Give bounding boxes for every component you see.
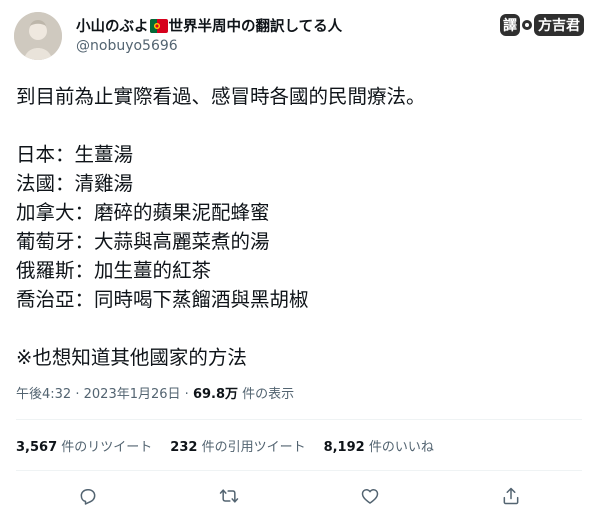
retweet-button[interactable] [215,482,243,510]
tweet-text: 到目前為止實際看過、感冒時各國的民間療法。 日本：生薑湯 法國：清雞湯 加拿大：… [16,82,586,372]
retweet-icon [219,489,239,503]
heart-icon [361,489,379,504]
tweet-time[interactable]: 午後4:32 [16,387,71,402]
tweet-line: 日本：生薑湯 [16,143,134,166]
share-icon [503,487,519,505]
tweet-line: 加拿大：磨碎的蘋果泥配蜂蜜 [16,201,270,224]
translator-label-1: 譯 [500,14,520,36]
tweet-actions [0,482,598,510]
portugal-flag-icon [149,18,168,33]
tweet-stats: 3,567 件のリツイート 232 件の引用ツイート 8,192 件のいいね [16,436,434,455]
like-button[interactable] [356,482,384,510]
meta-separator: · [75,387,80,402]
avatar-image [14,12,62,60]
author-handle[interactable]: @nobuyo5696 [76,38,178,54]
reply-icon [80,489,96,505]
likes-count: 8,192 [323,440,365,455]
tweet-line: 喬治亞：同時喝下蒸餾酒與黑胡椒 [16,288,309,311]
tweet-meta: 午後4:32 · 2023年1月26日 · 69.8万 件の表示 [16,383,294,402]
author-name-row[interactable]: 小山のぶよ 世界半周中の翻訳してる人 [76,14,342,36]
author-name-prefix: 小山のぶよ [76,18,149,35]
author-name-suffix: 世界半周中の翻訳してる人 [168,18,343,35]
share-button[interactable] [497,482,525,510]
divider [16,470,582,471]
retweets-label: 件のリツイート [61,440,153,455]
meta-separator: · [184,387,189,402]
tweet-line: 葡萄牙：大蒜與高麗菜煮的湯 [16,230,270,253]
tweet-line: 到目前為止實際看過、感冒時各國的民間療法。 [16,85,426,108]
quotes-stat[interactable]: 232 件の引用ツイート [170,436,305,455]
tweet-date[interactable]: 2023年1月26日 [84,387,181,402]
avatar[interactable] [14,12,62,60]
retweets-stat[interactable]: 3,567 件のリツイート [16,436,152,455]
tweet-line: ※也想知道其他國家的方法 [16,346,247,369]
dot-icon [522,20,532,30]
likes-stat[interactable]: 8,192 件のいいね [324,436,434,455]
tweet-line: 法國：清雞湯 [16,172,134,195]
tweet-line: 俄羅斯：加生薑的紅茶 [16,259,212,282]
views-count: 69.8万 [192,387,239,402]
views-label: 件の表示 [242,387,295,402]
quotes-count: 232 [170,440,198,455]
quotes-label: 件の引用ツイート [201,440,306,455]
divider [16,419,582,420]
translator-label-2: 方吉君 [534,14,584,36]
retweets-count: 3,567 [16,440,58,455]
reply-button[interactable] [74,482,102,510]
likes-label: 件のいいね [368,440,434,455]
translator-watermark: 譯 方吉君 [500,14,584,36]
